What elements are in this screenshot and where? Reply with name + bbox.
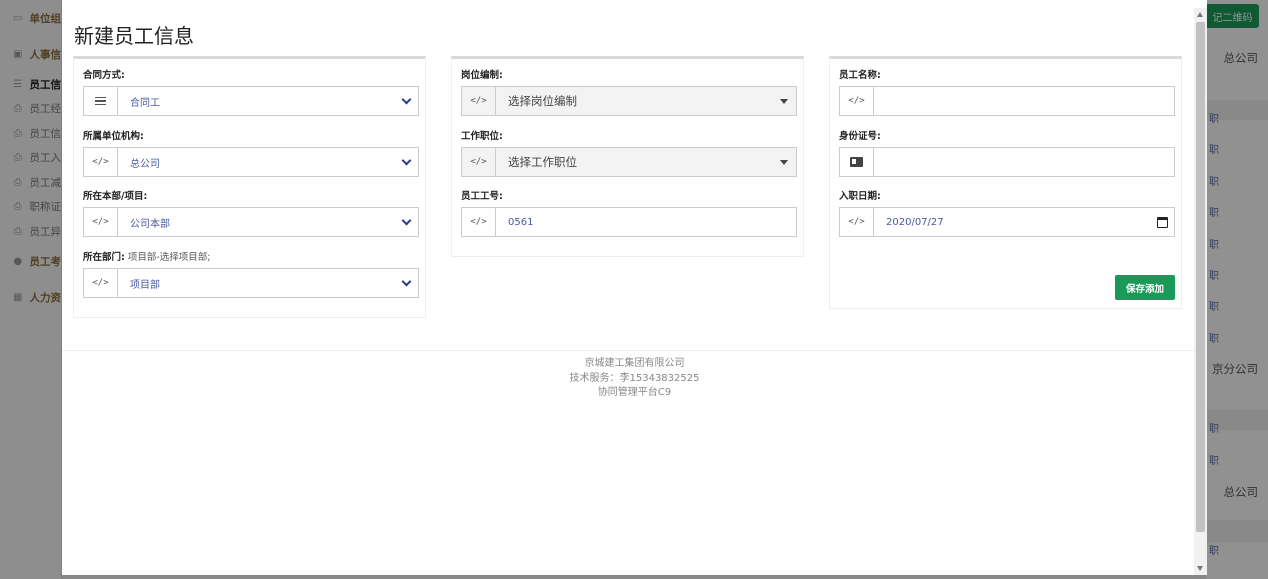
id-number-value — [874, 148, 1174, 176]
department-project-label: 所在本部/项目: — [83, 191, 148, 202]
job-title-value: 选择工作职位 — [508, 155, 577, 169]
unit-value: 总公司 — [130, 158, 160, 170]
employee-name-label: 员工名称: — [839, 70, 881, 81]
modal-scrollbar[interactable] — [1194, 8, 1207, 575]
code-icon: </> — [462, 148, 496, 176]
chevron-down-icon — [394, 87, 418, 115]
dept-label: 所在部门: 项目部-选择项目部; — [83, 252, 211, 263]
employee-no-value: 0561 — [508, 216, 534, 228]
scrollbar-thumb[interactable] — [1196, 22, 1205, 532]
hire-date-field: 入职日期: </> 2020/07/27 — [839, 190, 1175, 237]
calendar-icon[interactable] — [1150, 208, 1174, 236]
employee-no-label: 员工工号: — [461, 191, 503, 202]
chevron-down-icon — [394, 269, 418, 297]
unit-select[interactable]: </> 总公司 — [83, 147, 419, 177]
chevron-down-icon — [394, 208, 418, 236]
employee-name-value — [874, 87, 1174, 115]
dept-field: 所在部门: 项目部-选择项目部; </> 项目部 — [83, 251, 419, 298]
code-icon: </> — [84, 269, 118, 297]
dept-value: 项目部 — [130, 279, 160, 291]
save-add-button[interactable]: 保存添加 — [1115, 275, 1175, 300]
scroll-down-arrow-icon[interactable] — [1197, 566, 1203, 571]
job-title-field: 工作职位: </> 选择工作职位 — [461, 130, 797, 177]
footer-company: 京城建工集团有限公司 — [584, 358, 685, 369]
id-number-field: 身份证号: — [839, 130, 1175, 177]
code-icon: </> — [840, 87, 874, 115]
department-project-select[interactable]: </> 公司本部 — [83, 207, 419, 237]
caret-down-icon — [772, 87, 796, 115]
contract-type-field: 合同方式: 合同工 — [83, 69, 419, 116]
list-icon — [84, 87, 118, 115]
employee-name-field: 员工名称: </> — [839, 69, 1175, 116]
contract-type-select[interactable]: 合同工 — [83, 86, 419, 116]
code-icon: </> — [462, 87, 496, 115]
chevron-down-icon — [394, 148, 418, 176]
unit-label: 所属单位机构: — [83, 131, 144, 142]
hire-date-label: 入职日期: — [839, 191, 881, 202]
panel-organization: 合同方式: 合同工 所属单位机构: </> 总公司 所在本部/项目: </> 公… — [73, 56, 426, 318]
panel-position: 岗位编制: </> 选择岗位编制 工作职位: </> 选择工作职位 员工工号: … — [451, 56, 804, 257]
post-org-select[interactable]: </> 选择岗位编制 — [461, 86, 797, 116]
employee-no-field: 员工工号: </> 0561 — [461, 190, 797, 237]
id-number-label: 身份证号: — [839, 131, 881, 142]
modal-footer: 京城建工集团有限公司 技术服务：李15343832525 协同管理平台C9 — [62, 357, 1207, 401]
employee-name-input[interactable]: </> — [839, 86, 1175, 116]
code-icon: </> — [84, 208, 118, 236]
hire-date-value: 2020/07/27 — [886, 216, 944, 228]
contract-type-label: 合同方式: — [83, 70, 125, 81]
new-employee-modal: 新建员工信息 合同方式: 合同工 所属单位机构: </> 总公司 所在本部/项目… — [62, 0, 1207, 575]
code-icon: </> — [462, 208, 496, 236]
caret-down-icon — [772, 148, 796, 176]
job-title-label: 工作职位: — [461, 131, 503, 142]
job-title-select[interactable]: </> 选择工作职位 — [461, 147, 797, 177]
contract-type-value: 合同工 — [130, 97, 160, 109]
department-project-field: 所在本部/项目: </> 公司本部 — [83, 190, 419, 237]
post-org-field: 岗位编制: </> 选择岗位编制 — [461, 69, 797, 116]
post-org-label: 岗位编制: — [461, 70, 503, 81]
panel-personal: 员工名称: </> 身份证号: 入职日期: </> 2020/07/27 保存添… — [829, 56, 1182, 309]
department-project-value: 公司本部 — [130, 218, 170, 230]
modal-title: 新建员工信息 — [74, 24, 194, 48]
dept-select[interactable]: </> 项目部 — [83, 268, 419, 298]
id-card-icon — [840, 148, 874, 176]
post-org-value: 选择岗位编制 — [508, 94, 577, 108]
id-number-input[interactable] — [839, 147, 1175, 177]
hire-date-input[interactable]: </> 2020/07/27 — [839, 207, 1175, 237]
footer-support: 技术服务：李15343832525 — [569, 372, 700, 384]
code-icon: </> — [84, 148, 118, 176]
footer-divider — [62, 350, 1207, 351]
unit-field: 所属单位机构: </> 总公司 — [83, 130, 419, 177]
employee-no-input[interactable]: </> 0561 — [461, 207, 797, 237]
code-icon: </> — [840, 208, 874, 236]
footer-platform: 协同管理平台C9 — [597, 387, 672, 398]
scroll-up-arrow-icon[interactable] — [1197, 12, 1203, 17]
dept-note: 项目部-选择项目部; — [127, 252, 211, 263]
